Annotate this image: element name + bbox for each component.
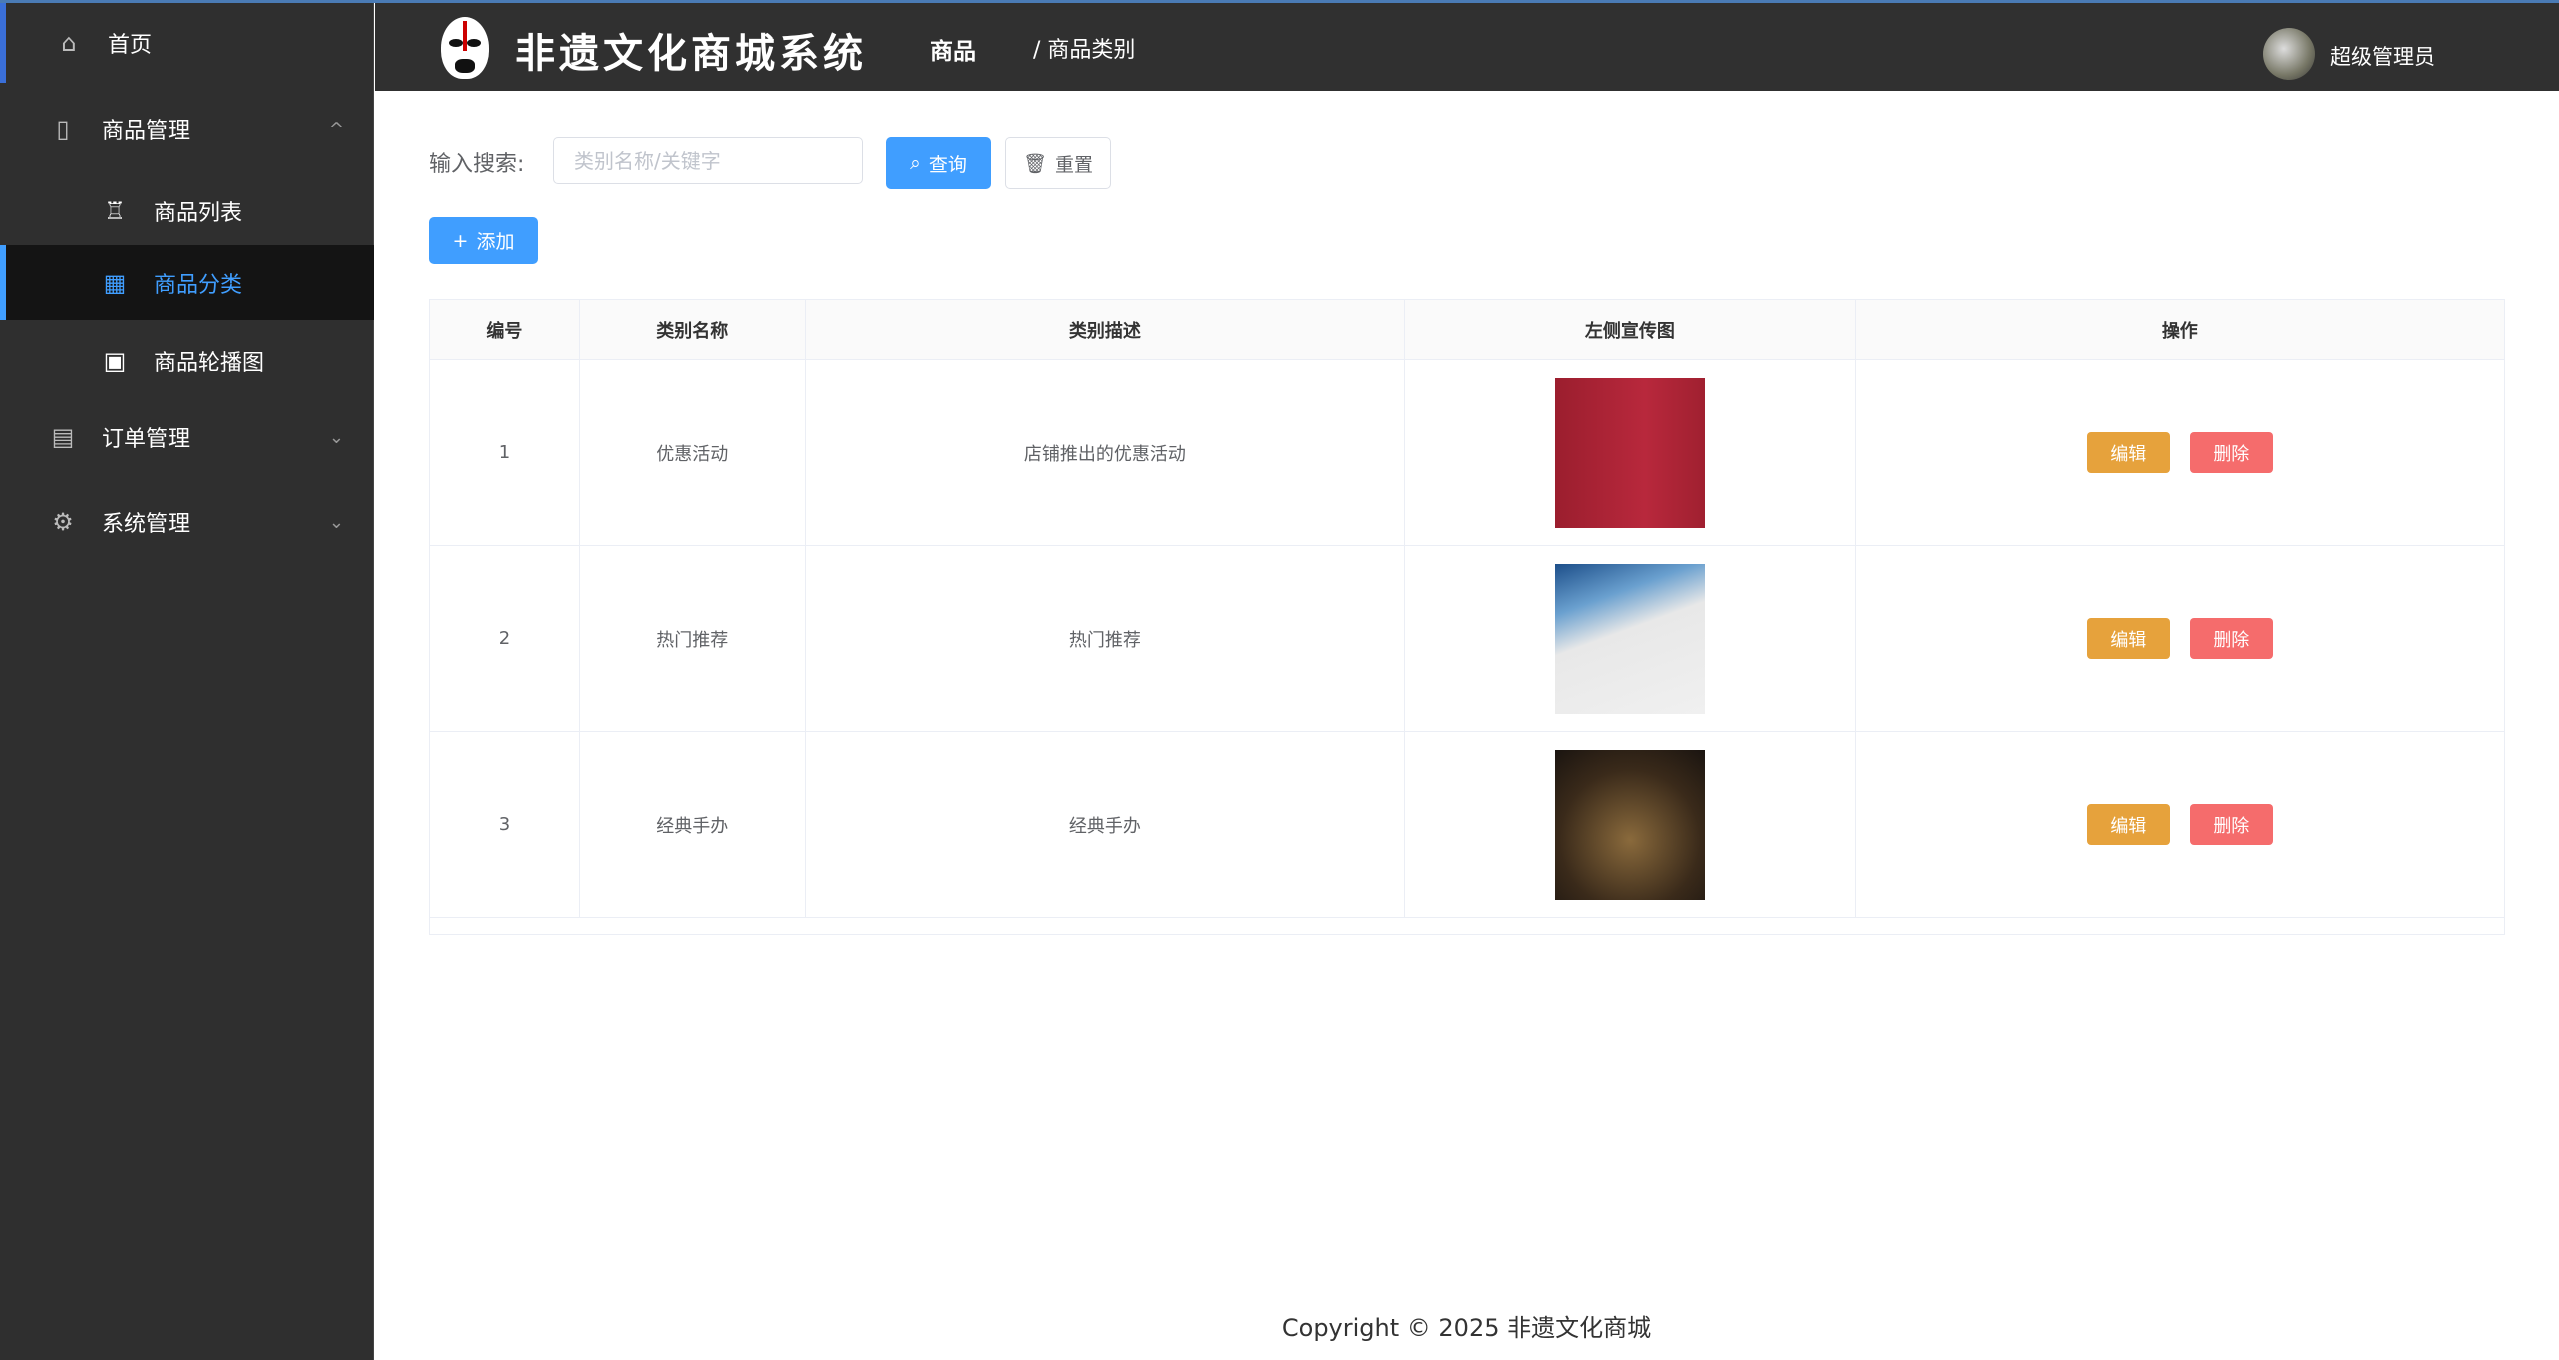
user-name[interactable]: 超级管理员 (2330, 41, 2435, 71)
delete-button[interactable]: 删除 (2189, 804, 2273, 845)
chevron-up-icon: ^ (328, 118, 344, 140)
sidebar-item-label: 系统管理 (102, 512, 191, 537)
opera-mask-logo (441, 17, 489, 79)
add-button[interactable]: + 添加 (429, 217, 538, 264)
image-icon: ▣ (103, 347, 127, 375)
column-header: 左侧宣传图 (1405, 300, 1856, 359)
sidebar-item-system-management[interactable]: ⚙ 系统管理 ⌄ (0, 482, 374, 562)
delete-button[interactable]: 删除 (2189, 432, 2273, 473)
sidebar-item-home[interactable]: ⌂ 首页 (0, 3, 374, 83)
category-table: 编号 类别名称 类别描述 左侧宣传图 操作 1 优惠活动 店铺推出的优惠活动 编… (429, 299, 2505, 918)
table-footer (429, 917, 2505, 935)
grid-icon: ▦ (103, 268, 127, 297)
home-icon: ⌂ (61, 29, 77, 57)
trash-icon: 🗑 (1022, 152, 1048, 175)
sidebar-item-label: 商品管理 (102, 119, 191, 144)
query-button[interactable]: ⌕ 查询 (886, 137, 991, 189)
chevron-down-icon: ⌄ (328, 426, 344, 448)
edit-button[interactable]: 编辑 (2086, 618, 2170, 659)
cell-desc: 经典手办 (806, 732, 1406, 917)
sidebar: ⌂ 首页 ▯ 商品管理 ^ ♖ 商品列表 ▦ 商品分类 ▣ 商品轮播图 ▤ 订单管理 ⌄ ⚙ 系统… (0, 3, 374, 1360)
avatar[interactable] (2263, 28, 2315, 80)
cell-name: 经典手办 (580, 732, 806, 917)
cell-id: 1 (430, 360, 580, 545)
column-header: 编号 (430, 300, 580, 359)
sidebar-item-goods-category[interactable]: ▦ 商品分类 (0, 245, 374, 320)
cell-id: 2 (430, 546, 580, 731)
app-title: 非遗文化商城系统 (515, 30, 867, 77)
gear-icon: ⚙ (52, 508, 74, 536)
add-label: 添加 (476, 231, 515, 253)
cell-id: 3 (430, 732, 580, 917)
cell-desc: 热门推荐 (806, 546, 1406, 731)
cell-desc: 店铺推出的优惠活动 (806, 360, 1406, 545)
edit-button[interactable]: 编辑 (2086, 432, 2170, 473)
clipboard-icon: ▤ (51, 423, 75, 451)
breadcrumb-category: / 商品类别 (1033, 38, 1136, 63)
sidebar-item-goods-list[interactable]: ♖ 商品列表 (0, 171, 374, 251)
sidebar-item-goods-management[interactable]: ▯ 商品管理 ^ (0, 89, 374, 169)
sidebar-item-label: 商品轮播图 (154, 351, 265, 376)
plus-icon: + (452, 229, 469, 252)
search-label: 输入搜索: (429, 152, 525, 177)
cell-name: 优惠活动 (580, 360, 806, 545)
breadcrumb-goods[interactable]: 商品 (930, 32, 976, 66)
bag-icon: ▯ (56, 115, 70, 143)
sidebar-item-label: 商品分类 (154, 272, 243, 298)
delete-button[interactable]: 删除 (2189, 618, 2273, 659)
edit-button[interactable]: 编辑 (2086, 804, 2170, 845)
reset-label: 重置 (1055, 153, 1094, 176)
table-row: 1 优惠活动 店铺推出的优惠活动 编辑 删除 (430, 360, 2504, 546)
promo-image[interactable] (1554, 377, 1705, 528)
search-icon: ⌕ (910, 152, 921, 174)
search-input[interactable] (553, 137, 863, 184)
table-header: 编号 类别名称 类别描述 左侧宣传图 操作 (430, 300, 2504, 360)
column-header: 操作 (2161, 320, 2198, 342)
cell-name: 热门推荐 (580, 546, 806, 731)
top-header: 非遗文化商城系统 商品 / 商品类别 超级管理员 (375, 3, 2559, 91)
cup-icon: ♖ (104, 197, 126, 225)
column-header: 类别名称 (580, 300, 806, 359)
chevron-down-icon: ⌄ (328, 511, 344, 533)
query-label: 查询 (928, 153, 967, 176)
table-row: 3 经典手办 经典手办 编辑 删除 (430, 732, 2504, 918)
sidebar-item-label: 首页 (108, 33, 153, 58)
sidebar-item-label: 订单管理 (102, 427, 191, 452)
footer-copyright: Copyright © 2025 非遗文化商城 (1281, 1314, 1652, 1342)
table-row: 2 热门推荐 热门推荐 编辑 删除 (430, 546, 2504, 732)
sidebar-item-label: 商品列表 (154, 201, 243, 226)
sidebar-item-goods-carousel[interactable]: ▣ 商品轮播图 (0, 321, 374, 401)
promo-image[interactable] (1554, 563, 1705, 714)
column-header: 类别描述 (806, 300, 1406, 359)
reset-button[interactable]: 🗑 重置 (1005, 137, 1111, 189)
promo-image[interactable] (1554, 749, 1705, 900)
sidebar-item-order-management[interactable]: ▤ 订单管理 ⌄ (0, 397, 374, 477)
